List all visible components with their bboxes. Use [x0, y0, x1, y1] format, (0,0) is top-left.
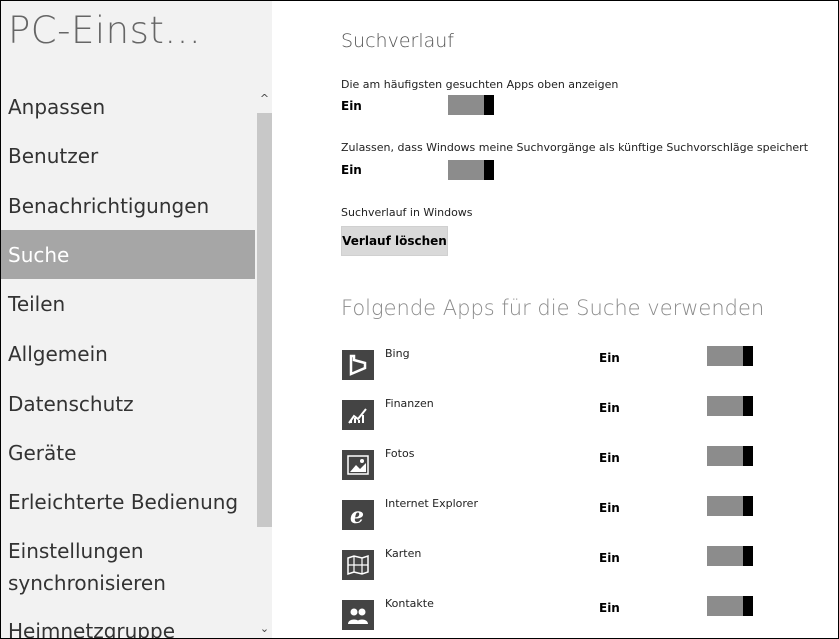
toggle-app-internet-explorer[interactable] [707, 496, 753, 516]
app-state: Ein [599, 451, 620, 465]
toggle-knob [743, 496, 753, 516]
app-state: Ein [599, 351, 620, 365]
toggle-knob [743, 596, 753, 616]
toggle-track [448, 95, 484, 115]
app-row-internet-explorer: e Internet Explorer Ein [272, 491, 838, 541]
app-row-fotos: Fotos Ein [272, 441, 838, 491]
sidebar-item-teilen[interactable]: Teilen [1, 279, 255, 328]
sidebar-item-benachrichtigungen[interactable]: Benachrichtigungen [1, 181, 255, 230]
app-row-finanzen: Finanzen Ein [272, 391, 838, 441]
finance-icon [342, 400, 374, 430]
sidebar-item-allgemein[interactable]: Allgemein [1, 329, 255, 378]
toggle-track [707, 446, 743, 466]
toggle-top-apps[interactable] [448, 95, 494, 115]
svg-text:e: e [350, 503, 364, 527]
sidebar-item-datenschutz[interactable]: Datenschutz [1, 379, 255, 428]
app-state: Ein [599, 551, 620, 565]
settings-content: Suchverlauf Die am häufigsten gesuchten … [272, 1, 838, 638]
setting-label-top-apps: Die am häufigsten gesuchten Apps oben an… [341, 78, 619, 91]
app-name: Kontakte [385, 597, 434, 610]
photos-icon [342, 450, 374, 480]
history-label: Suchverlauf in Windows [341, 206, 473, 219]
app-state: Ein [599, 501, 620, 515]
sidebar-item-benutzer[interactable]: Benutzer [1, 131, 255, 180]
setting-state-top-apps: Ein [341, 99, 362, 113]
sidebar-item-geraete[interactable]: Geräte [1, 428, 255, 477]
toggle-app-finanzen[interactable] [707, 396, 753, 416]
toggle-knob [743, 446, 753, 466]
sidebar-item-label-line2: synchronisieren [8, 571, 166, 595]
page-title: PC-Einst... [8, 9, 202, 52]
setting-state-save-searches: Ein [341, 163, 362, 177]
app-name: Finanzen [385, 397, 434, 410]
setting-label-save-searches: Zulassen, dass Windows meine Suchvorgäng… [341, 141, 809, 154]
sidebar-scrollbar-thumb[interactable] [257, 113, 272, 527]
sidebar-item-heimnetzgruppe[interactable]: Heimnetzgruppe [1, 606, 255, 639]
app-state: Ein [599, 401, 620, 415]
app-row-karten: Karten Ein [272, 541, 838, 591]
toggle-knob [743, 396, 753, 416]
toggle-knob [743, 546, 753, 566]
toggle-app-fotos[interactable] [707, 446, 753, 466]
app-name: Bing [385, 347, 410, 360]
app-name: Karten [385, 547, 422, 560]
apps-section-title: Folgende Apps für die Suche verwenden [341, 296, 765, 320]
toggle-app-bing[interactable] [707, 346, 753, 366]
toggle-save-searches[interactable] [448, 160, 494, 180]
toggle-track [707, 396, 743, 416]
app-row-kontakte: Kontakte Ein [272, 591, 838, 638]
app-name: Fotos [385, 447, 415, 460]
toggle-track [707, 496, 743, 516]
toggle-track [707, 596, 743, 616]
contacts-icon [342, 600, 374, 630]
toggle-app-kontakte[interactable] [707, 596, 753, 616]
app-row-bing: Bing Ein [272, 341, 838, 391]
internet-explorer-icon: e [342, 500, 374, 530]
toggle-track [707, 546, 743, 566]
toggle-track [448, 160, 484, 180]
maps-icon [342, 550, 374, 580]
toggle-knob [484, 160, 494, 180]
sidebar-item-suche[interactable]: Suche [1, 230, 255, 279]
sidebar-item-erleichterte-bedienung[interactable]: Erleichterte Bedienung [1, 477, 255, 526]
toggle-track [707, 346, 743, 366]
bing-icon [342, 350, 374, 380]
toggle-app-karten[interactable] [707, 546, 753, 566]
scroll-up-icon[interactable]: ^ [257, 91, 272, 107]
settings-sidebar: PC-Einst... Anpassen Benutzer Benachrich… [1, 1, 272, 638]
sidebar-item-anpassen[interactable]: Anpassen [1, 82, 255, 131]
app-name: Internet Explorer [385, 497, 478, 510]
toggle-knob [484, 95, 494, 115]
app-state: Ein [599, 601, 620, 615]
scroll-down-icon[interactable]: ⌄ [257, 621, 272, 637]
toggle-knob [743, 346, 753, 366]
sidebar-item-einstellungen-synchronisieren[interactable]: Einstellungen synchronisieren [1, 529, 255, 605]
sidebar-item-label-line1: Einstellungen [8, 539, 144, 563]
clear-history-button[interactable]: Verlauf löschen [341, 226, 448, 256]
section-title-suchverlauf: Suchverlauf [341, 30, 454, 52]
